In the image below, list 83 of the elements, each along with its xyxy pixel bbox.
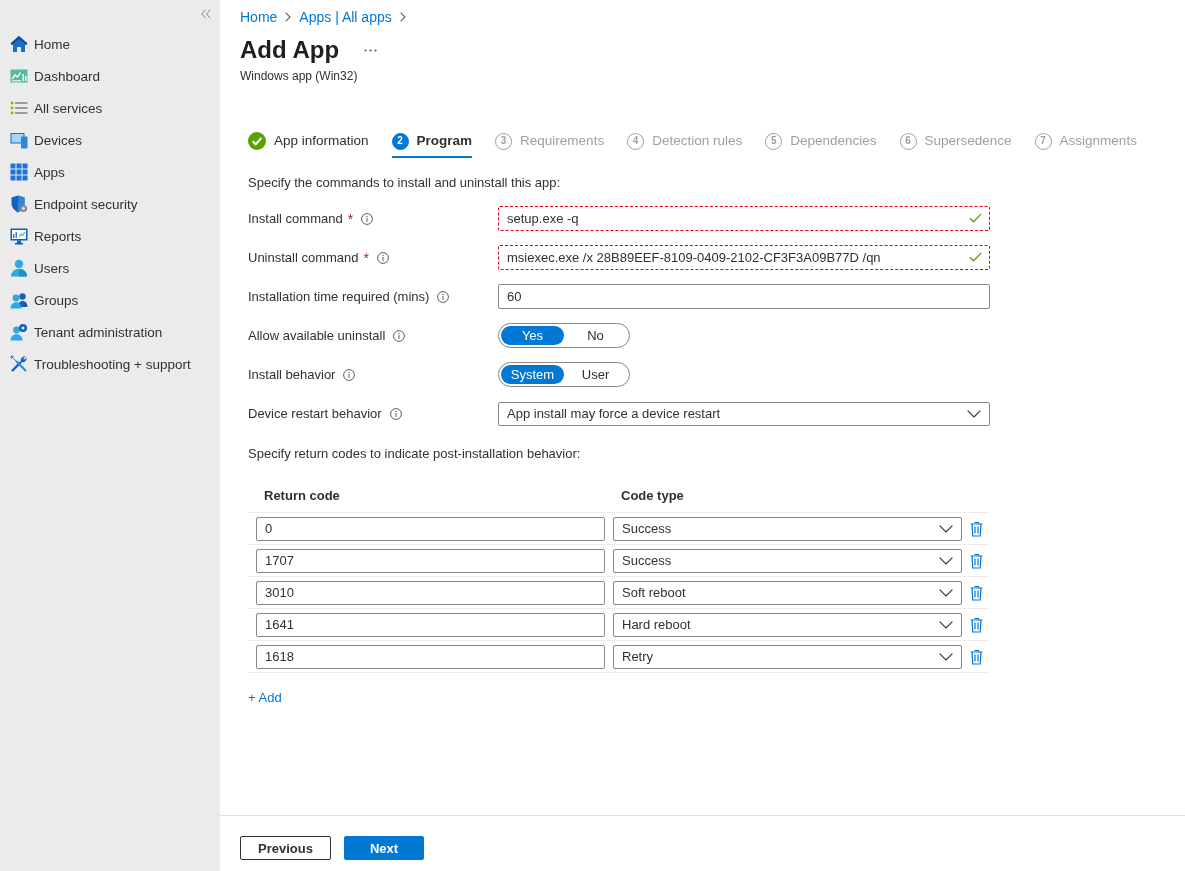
toggle-option[interactable]: User xyxy=(564,365,627,384)
column-header: Code type xyxy=(620,488,684,503)
step-tab[interactable]: App information xyxy=(248,122,369,158)
toggle-option[interactable]: Yes xyxy=(501,326,564,345)
toggle-option[interactable]: No xyxy=(564,326,627,345)
page-subtitle: Windows app (Win32) xyxy=(240,68,358,84)
user-group-icon xyxy=(10,291,28,309)
more-icon[interactable] xyxy=(364,48,378,52)
delete-icon[interactable] xyxy=(970,552,983,569)
nav-item[interactable]: Groups xyxy=(0,284,79,316)
code-type-dropdown[interactable]: Retry xyxy=(613,644,962,669)
home-icon xyxy=(10,35,28,53)
chevron-down-icon xyxy=(967,409,981,418)
chevron-right-icon xyxy=(399,12,406,22)
return-code-input[interactable]: 1641 xyxy=(256,612,605,637)
input-field[interactable]: 60 xyxy=(498,284,990,309)
chevron-down-icon xyxy=(939,556,953,565)
nav-item[interactable]: Apps xyxy=(0,156,65,188)
apps-grid-icon xyxy=(10,163,28,181)
add-link[interactable]: + Add xyxy=(248,690,282,706)
chevron-down-icon xyxy=(939,588,953,597)
field-label: Uninstall command xyxy=(248,250,359,265)
section-intro: Specify the commands to install and uninstall this app: xyxy=(248,175,561,191)
return-code-input[interactable]: 3010 xyxy=(256,580,605,605)
field-label: Device restart behavior xyxy=(248,406,382,421)
info-icon[interactable] xyxy=(361,212,374,225)
previous-button[interactable]: Previous xyxy=(240,836,331,860)
code-type-dropdown[interactable]: Hard reboot xyxy=(613,612,962,637)
devices-icon xyxy=(10,131,28,149)
dropdown-field[interactable]: App install may force a device restart xyxy=(498,401,990,426)
nav-item[interactable]: Users xyxy=(0,252,70,284)
user-gear-icon xyxy=(10,323,28,341)
toggle-option[interactable]: System xyxy=(501,365,564,384)
nav-item[interactable]: Endpoint security xyxy=(0,188,138,220)
shield-gear-icon xyxy=(10,195,28,213)
input-field[interactable]: msiexec.exe /x 28B89EEF-8109-0409-2102-CF3F3A09B77D /qn xyxy=(498,245,990,270)
delete-icon[interactable] xyxy=(970,616,983,633)
info-icon[interactable] xyxy=(389,407,402,420)
reports-icon xyxy=(10,227,28,245)
chevron-down-icon xyxy=(939,652,953,661)
nav-item[interactable]: Troubleshooting + support xyxy=(0,348,191,380)
tools-icon xyxy=(10,355,28,373)
column-header: Return code xyxy=(263,488,340,503)
delete-icon[interactable] xyxy=(970,584,983,601)
step-tab[interactable]: 2 Program xyxy=(391,122,473,158)
delete-icon[interactable] xyxy=(970,648,983,665)
chevron-down-icon xyxy=(939,524,953,533)
list-icon xyxy=(10,99,28,117)
input-field[interactable]: setup.exe -q xyxy=(498,206,990,231)
collapse-icon[interactable] xyxy=(201,9,211,19)
chevron-down-icon xyxy=(939,620,953,629)
chevron-right-icon xyxy=(285,12,292,22)
nav-item[interactable]: Home xyxy=(0,28,70,60)
nav-item[interactable]: Reports xyxy=(0,220,82,252)
info-icon[interactable] xyxy=(343,368,356,381)
breadcrumb-link[interactable]: Home xyxy=(240,9,278,25)
user-icon xyxy=(10,259,28,277)
field-label: Installation time required (mins) xyxy=(248,289,430,304)
return-code-input[interactable]: 1618 xyxy=(256,644,605,669)
code-type-dropdown[interactable]: Success xyxy=(613,516,962,541)
return-code-input[interactable]: 1707 xyxy=(256,548,605,573)
nav-item[interactable]: Tenant administration xyxy=(0,316,163,348)
field-label: Allow available uninstall xyxy=(248,328,386,343)
info-icon[interactable] xyxy=(437,290,450,303)
return-code-input[interactable]: 0 xyxy=(256,516,605,541)
field-label: Install command xyxy=(248,211,343,226)
required-mark: * xyxy=(363,249,369,266)
info-icon[interactable] xyxy=(393,329,406,342)
next-button[interactable]: Next xyxy=(344,836,424,860)
code-type-dropdown[interactable]: Soft reboot xyxy=(613,580,962,605)
dashboard-icon xyxy=(10,67,28,85)
section-intro: Specify return codes to indicate post-installation behavior: xyxy=(248,446,581,462)
field-label: Install behavior xyxy=(248,367,336,382)
code-type-dropdown[interactable]: Success xyxy=(613,548,962,573)
info-icon[interactable] xyxy=(377,251,389,264)
nav-item[interactable]: Dashboard xyxy=(0,60,101,92)
page-title: Add App xyxy=(240,35,340,65)
step-number: 2 xyxy=(391,132,409,150)
delete-icon[interactable] xyxy=(970,520,983,537)
nav-item[interactable]: Devices xyxy=(0,124,82,156)
nav-item[interactable]: All services xyxy=(0,92,103,124)
required-mark: * xyxy=(347,210,354,227)
breadcrumb-link[interactable]: Apps | All apps xyxy=(299,9,392,25)
